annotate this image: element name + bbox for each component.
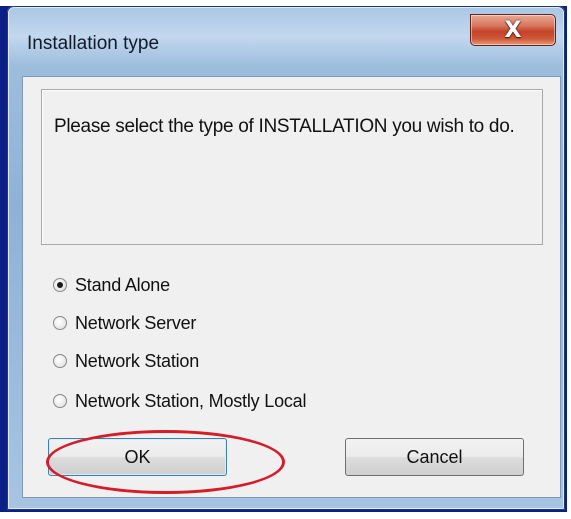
radio-icon[interactable] (53, 394, 67, 408)
ok-button[interactable]: OK (48, 438, 227, 476)
radio-icon[interactable] (53, 278, 67, 292)
close-icon: X (504, 17, 522, 43)
option-label: Stand Alone (75, 274, 170, 295)
message-text: Please select the type of INSTALLATION y… (54, 116, 515, 137)
close-button[interactable]: X (470, 14, 556, 46)
option-label: Network Station, Mostly Local (75, 390, 307, 411)
option-label: Network Station (75, 350, 200, 371)
option-label: Network Server (75, 312, 197, 333)
option-network-station-mostly-local[interactable]: Network Station, Mostly Local (53, 389, 306, 413)
option-network-server[interactable]: Network Server (53, 311, 196, 335)
radio-icon[interactable] (53, 316, 67, 330)
dialog-client-area: Please select the type of INSTALLATION y… (22, 76, 561, 498)
dialog-title: Installation type (27, 33, 160, 54)
right-border (567, 0, 571, 519)
radio-icon[interactable] (53, 354, 67, 368)
cancel-button[interactable]: Cancel (345, 438, 524, 476)
message-panel: Please select the type of INSTALLATION y… (41, 89, 543, 245)
bottom-border (0, 512, 571, 519)
option-stand-alone[interactable]: Stand Alone (53, 273, 170, 297)
option-network-station[interactable]: Network Station (53, 349, 199, 373)
